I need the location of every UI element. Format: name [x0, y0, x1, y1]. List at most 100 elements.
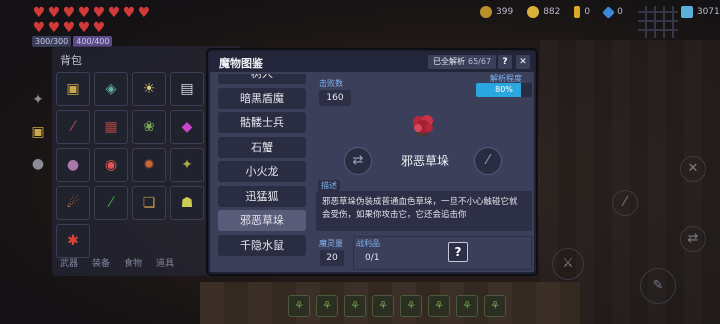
bag-icon[interactable]: ▣	[30, 124, 46, 140]
monster-name: 邪恶草垛	[400, 154, 449, 168]
hotbar-slot[interactable]: ⚘	[316, 295, 338, 317]
unknown-loot-slot[interactable]: ?	[448, 242, 468, 262]
heart-icon: ♥	[62, 20, 76, 36]
inventory-slot[interactable]: ☗	[170, 186, 204, 220]
heart-icon: ♥	[137, 5, 151, 21]
monster-list-item[interactable]: 树人	[218, 74, 306, 84]
inventory-slot[interactable]: ❏	[132, 186, 166, 220]
resource-gold-badge: 399	[480, 6, 513, 18]
kills-value: 160	[319, 90, 351, 106]
description-line: 邪恶草垛伪装成普通血色草垛，一旦不小心触碰它就	[322, 197, 518, 207]
heart-icon: ♥	[107, 5, 121, 21]
minimap[interactable]	[638, 6, 678, 38]
coin-icon	[527, 6, 540, 18]
monster-list-item[interactable]: 小火龙	[218, 161, 306, 182]
hotbar-slot[interactable]: ⚘	[456, 295, 478, 317]
monster-list-item[interactable]: 千隐水鼠	[218, 234, 306, 256]
inventory-slot[interactable]: ✱	[56, 224, 90, 258]
skill-button[interactable]: ✎	[640, 268, 676, 304]
inventory-slot[interactable]: ☄	[56, 186, 90, 220]
loot-label: 战利品	[356, 239, 380, 248]
description-line: 会受伤，如果你攻击它，它还会追击你	[322, 210, 467, 220]
hotbar-slot[interactable]: ⚘	[484, 295, 506, 317]
help-button[interactable]: ?	[498, 55, 512, 69]
resource-value: 882	[543, 7, 561, 17]
inventory-slot[interactable]: ◉	[94, 148, 128, 182]
inventory-slot[interactable]: ✹	[132, 148, 166, 182]
loot-value: 0/1	[365, 253, 380, 263]
monster-codex-dialog: 魔物图鉴 已全解析65/67 ? ✕ 树人暗黑盾魔骷髅士兵石蟹小火龙迅猛狐邪恶草…	[208, 50, 536, 274]
resource-value: 0	[617, 7, 623, 17]
map-pin-icon[interactable]: ●	[30, 156, 46, 172]
dodge-button[interactable]: ✕	[680, 156, 706, 182]
analysis-value: 80%	[495, 85, 513, 94]
gold-badge-icon	[480, 6, 492, 18]
heart-icon: ♥	[32, 20, 46, 36]
hotbar: ⚘ ⚘ ⚘ ⚘ ⚘ ⚘ ⚘ ⚘	[288, 295, 506, 317]
tab-weapons[interactable]: 武器	[60, 256, 78, 269]
dialog-header: 魔物图鉴 已全解析 65/67 ? ✕	[210, 52, 534, 72]
monster-sprite	[413, 115, 433, 136]
resource-value: 399	[496, 7, 514, 17]
heart-icon: ♥	[62, 5, 76, 21]
inventory-slot[interactable]: ✦	[170, 148, 204, 182]
heart-icon: ♥	[47, 5, 61, 21]
monster-list-item[interactable]: 石蟹	[218, 136, 306, 158]
hotbar-slot[interactable]: ⚘	[400, 295, 422, 317]
resource-coin: 882	[527, 6, 560, 18]
resource-value: 3071	[696, 7, 720, 17]
tab-items[interactable]: 道具	[156, 256, 174, 269]
hotbar-slot[interactable]: ⚘	[372, 295, 394, 317]
resource-crystal: 3071	[680, 6, 720, 18]
resource-value: 0	[584, 7, 591, 17]
resource-bar: 399 882 0 0 3071	[480, 5, 720, 19]
monster-list-item[interactable]: 邪恶草垛	[218, 210, 306, 231]
tab-equipment[interactable]: 装备	[92, 256, 110, 269]
inventory-tabs: 武器 装备 食物 道具	[60, 256, 174, 269]
sword-icon[interactable]: ⁄	[474, 147, 502, 175]
heart-icon: ♥	[47, 20, 61, 36]
progress-label: 已全解析	[433, 57, 465, 66]
kills-label: 击败数	[319, 79, 343, 88]
inventory-slot[interactable]: ●	[56, 148, 90, 182]
progress-count: 65/67	[468, 57, 492, 66]
soul-value: 20	[320, 250, 344, 266]
inventory-slot[interactable]: ◈	[94, 72, 128, 106]
inventory-title: 背包	[60, 54, 82, 67]
analysis-progress-bar: 80%	[476, 83, 532, 97]
inventory-slot[interactable]: ☀	[132, 72, 166, 106]
gem-icon	[602, 5, 615, 19]
tab-food[interactable]: 食物	[124, 256, 142, 269]
inventory-slot[interactable]: ⁄	[94, 186, 128, 220]
resource-gem: 0	[602, 5, 623, 19]
monster-list-item[interactable]: 迅猛狐	[218, 185, 306, 207]
swap-arrows-icon[interactable]: ⇄	[344, 147, 372, 175]
description-label: 描述	[318, 180, 340, 191]
heart-icon: ♥	[92, 20, 106, 36]
inventory-slot[interactable]: ◆	[170, 110, 204, 144]
heart-icon: ♥	[32, 5, 46, 21]
description-box: 邪恶草垛伪装成普通血色草垛，一旦不小心触碰它就 会受伤，如果你攻击它，它还会追击…	[316, 191, 532, 231]
heart-icon: ♥	[77, 20, 91, 36]
character-icon[interactable]: ✦	[30, 92, 46, 108]
heart-icon: ♥	[122, 5, 136, 21]
inventory-slot[interactable]: ▣	[56, 72, 90, 106]
dialog-title: 魔物图鉴	[219, 57, 263, 70]
analysis-progress: 已全解析 65/67	[428, 55, 497, 69]
inventory-slot[interactable]: ⁄	[56, 110, 90, 144]
inventory-slot[interactable]: ❀	[132, 110, 166, 144]
swap-button[interactable]: ⇄	[680, 226, 706, 252]
resource-key: 0	[574, 6, 590, 18]
hotbar-slot[interactable]: ⚘	[344, 295, 366, 317]
health-hearts: ♥ ♥ ♥ ♥ ♥ ♥ ♥ ♥ ♥ ♥ ♥ ♥ ♥	[32, 6, 162, 35]
hotbar-slot[interactable]: ⚘	[428, 295, 450, 317]
weapon-swap-button[interactable]: ⁄	[612, 190, 638, 216]
close-button[interactable]: ✕	[516, 55, 530, 69]
heart-icon: ♥	[92, 5, 106, 21]
monster-list-item[interactable]: 暗黑盾魔	[218, 87, 306, 109]
attack-button[interactable]: ⚔	[552, 248, 584, 280]
monster-list-item[interactable]: 骷髅士兵	[218, 112, 306, 133]
hotbar-slot[interactable]: ⚘	[288, 295, 310, 317]
inventory-slot[interactable]: ▤	[170, 72, 204, 106]
inventory-slot[interactable]: ▦	[94, 110, 128, 144]
